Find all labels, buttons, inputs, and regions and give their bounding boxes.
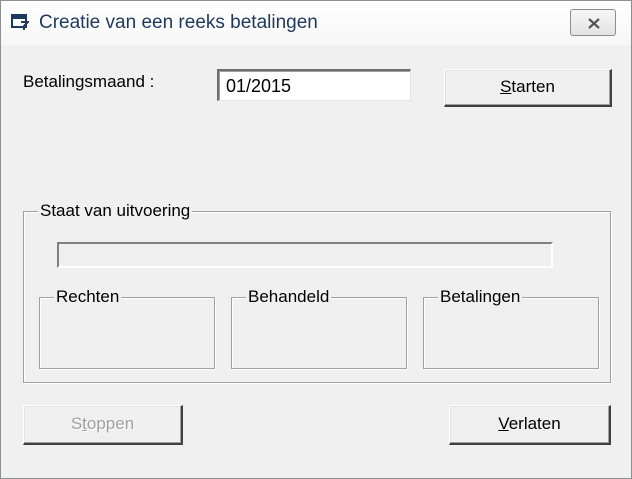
title-bar[interactable]: Creatie van een reeks betalingen bbox=[1, 1, 631, 45]
payment-month-input[interactable]: 01/2015 bbox=[217, 69, 411, 101]
processed-counter-box bbox=[231, 297, 407, 369]
rights-counter-label: Rechten bbox=[54, 287, 122, 307]
payments-counter-label: Betalingen bbox=[438, 287, 523, 307]
stop-button[interactable]: Stoppen bbox=[23, 405, 183, 445]
stop-label-post: oppen bbox=[86, 414, 135, 433]
stop-label-pre: S bbox=[70, 414, 83, 433]
processed-counter-label: Behandeld bbox=[246, 287, 332, 307]
month-label: Betalingsmaand : bbox=[23, 72, 155, 91]
quit-button[interactable]: Verlaten bbox=[449, 405, 611, 445]
start-label-mnemonic: S bbox=[500, 77, 512, 96]
close-button[interactable] bbox=[570, 9, 616, 36]
start-label-rest: tarten bbox=[511, 77, 555, 96]
dialog-window: Creatie van een reeks betalingen Betalin… bbox=[0, 0, 632, 479]
close-icon bbox=[588, 18, 600, 29]
window-title: Creatie van een reeks betalingen bbox=[39, 12, 318, 33]
rights-counter-box bbox=[39, 297, 215, 369]
quit-label-rest: erlaten bbox=[508, 414, 561, 433]
window-app-icon bbox=[11, 13, 31, 30]
dialog-client: Betalingsmaand : 01/2015 Starten Staat v… bbox=[1, 45, 631, 478]
progress-bar bbox=[57, 242, 553, 268]
payments-counter-box bbox=[423, 297, 599, 369]
execution-status-label: Staat van uitvoering bbox=[38, 201, 193, 221]
start-button[interactable]: Starten bbox=[444, 69, 612, 107]
quit-label-mnemonic: V bbox=[498, 414, 509, 433]
